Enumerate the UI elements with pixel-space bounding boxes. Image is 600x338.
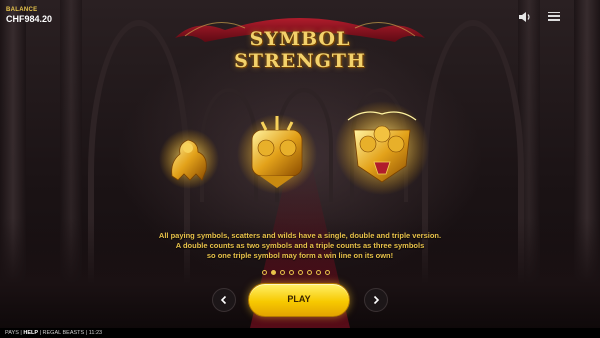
title-banner: SYMBOL STRENGTH [175,8,425,78]
footer-bar: PAYS | HELP | REGAL BEASTS | 11:23 [0,328,600,338]
title-line-1: SYMBOL [249,28,351,50]
double-lion-symbol [237,114,317,194]
footer-separator: | [39,330,41,336]
top-controls [518,10,560,22]
hamburger-menu-icon[interactable] [548,11,560,21]
page-dot[interactable] [316,270,321,275]
speaker-icon[interactable] [518,10,532,22]
footer-game-name: REGAL BEASTS [42,330,85,336]
title-line-2: STRENGTH [234,50,366,72]
chevron-right-icon [373,295,380,305]
description-line-2: A double counts as two symbols and a tri… [175,241,425,250]
footer-help-link[interactable]: HELP [23,330,38,336]
footer-time: 11:23 [88,330,103,336]
page-dot[interactable] [325,270,330,275]
description-line-3: so one triple symbol may form a win line… [206,251,394,260]
chevron-left-icon [220,295,227,305]
triple-lion-symbol [335,101,429,195]
page-dot[interactable] [289,270,294,275]
footer-separator: | [85,330,88,336]
page-dot[interactable] [262,270,267,275]
next-page-button[interactable] [364,288,388,312]
description-line-1: All paying symbols, scatters and wilds h… [158,231,442,240]
page-dot[interactable] [307,270,312,275]
page-dot[interactable] [271,270,276,275]
symbol-strength-description: All paying symbols, scatters and wilds h… [100,231,500,261]
footer-separator: | [20,330,22,336]
balance-label: BALANCE [6,7,38,13]
page-indicator [262,270,330,275]
footer-pays-link[interactable]: PAYS [5,330,19,336]
balance-display: BALANCE CHF984.20 [6,7,52,24]
page-dot[interactable] [280,270,285,275]
previous-page-button[interactable] [212,288,236,312]
play-button[interactable]: PLAY [248,283,350,317]
single-lion-symbol [159,129,219,189]
balance-value: CHF984.20 [6,14,53,24]
page-dot[interactable] [298,270,303,275]
